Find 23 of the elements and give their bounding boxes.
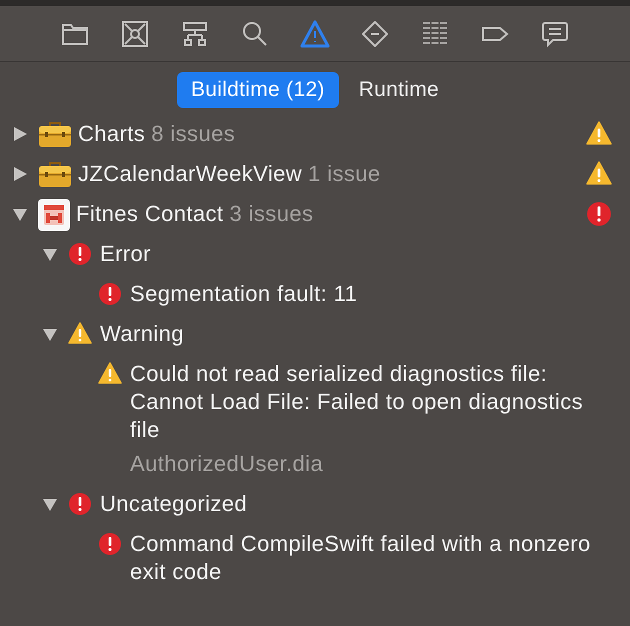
category-label: Warning — [100, 321, 184, 346]
scope-tab[interactable]: Buildtime (12) — [176, 72, 339, 108]
issue-count: 3 issues — [229, 201, 314, 226]
target-icon[interactable] — [120, 18, 150, 48]
issue-count: 1 issue — [308, 161, 381, 186]
expand-triangle-icon[interactable] — [12, 126, 28, 142]
scope-tab[interactable]: Runtime — [344, 72, 454, 108]
category-label: Uncategorized — [100, 491, 248, 516]
diamond-icon[interactable] — [360, 18, 390, 48]
file-name: AuthorizedUser.dia — [130, 450, 324, 478]
project-name: Charts — [78, 121, 146, 146]
project-name: JZCalendarWeekView — [78, 161, 302, 186]
collapse-triangle-icon[interactable] — [42, 326, 58, 342]
expand-triangle-icon[interactable] — [12, 166, 28, 182]
issue-message: Could not read serialized diagnostics file: Cannot Load File: Failed to open diagnostics file — [130, 361, 583, 442]
project-name: Fitnes Contact — [76, 201, 224, 226]
collapse-triangle-icon[interactable] — [42, 246, 58, 262]
issue-message: Segmentation fault: 11 — [130, 281, 358, 306]
collapse-triangle-icon[interactable] — [42, 496, 58, 512]
category-label: Error — [100, 241, 151, 266]
issue-message: Command CompileSwift failed with a nonzero exit code — [130, 531, 591, 584]
issue-count: 8 issues — [151, 121, 236, 146]
collapse-triangle-icon[interactable] — [12, 206, 28, 222]
